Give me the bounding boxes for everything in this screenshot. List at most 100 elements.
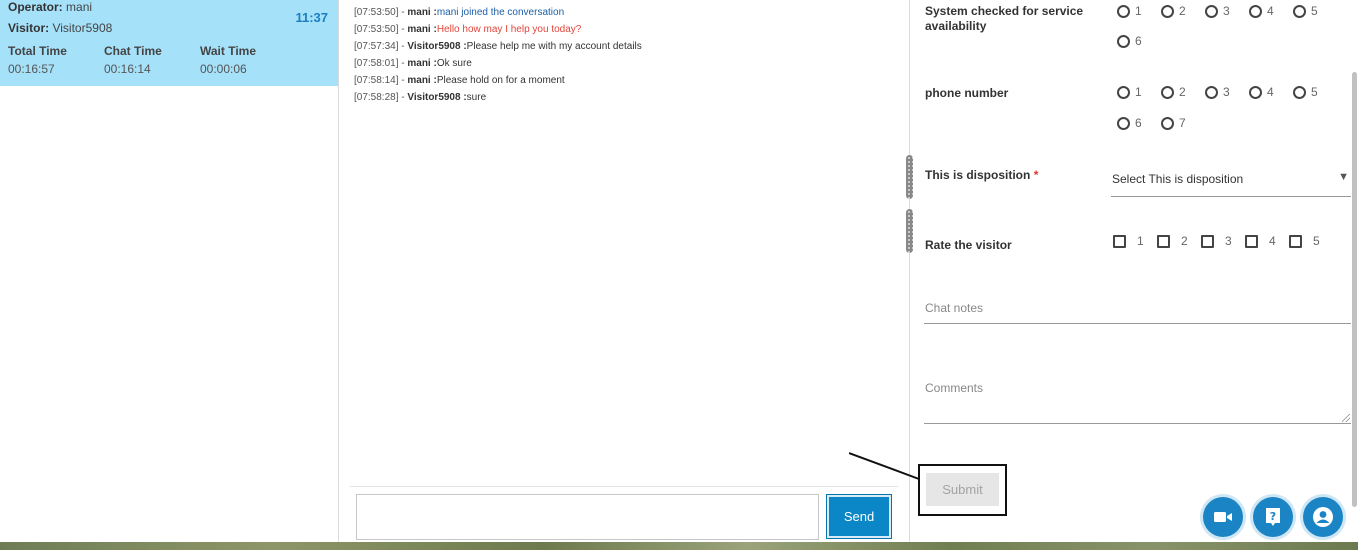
message-timestamp: [07:53:50] - (354, 7, 405, 18)
profile-button[interactable] (1303, 497, 1343, 537)
checkbox-option-label: 2 (1181, 234, 1188, 248)
chat-time: Chat Time 00:16:14 (104, 44, 162, 76)
disposition-select[interactable]: Select This is disposition ▼ (1111, 168, 1351, 197)
scrollbar-thumb[interactable] (1352, 72, 1357, 507)
radio-option[interactable]: 3 (1205, 85, 1230, 99)
message-input[interactable] (356, 494, 819, 540)
radio-option-label: 6 (1135, 116, 1142, 130)
total-time-value: 00:16:57 (8, 62, 55, 76)
annotation-pointer-line (849, 452, 920, 480)
checkbox-option-label: 3 (1225, 234, 1232, 248)
checkbox-icon[interactable] (1113, 234, 1126, 248)
radio-option[interactable]: 4 (1249, 85, 1274, 99)
radio-option[interactable]: 2 (1161, 85, 1186, 99)
message-composer: Send (350, 486, 898, 542)
chat-message: [07:53:50] - mani :mani joined the conve… (354, 4, 904, 21)
radio-option[interactable]: 5 (1293, 4, 1318, 18)
chat-notes-placeholder: Chat notes (925, 301, 984, 315)
checkbox-icon[interactable] (1245, 234, 1258, 248)
radio-icon[interactable] (1117, 116, 1130, 130)
resize-grip-icon[interactable] (1342, 414, 1350, 422)
radio-option[interactable]: 4 (1249, 4, 1274, 18)
chat-message: [07:58:01] - mani :Ok sure (354, 55, 904, 72)
message-timestamp: [07:58:28] - (354, 92, 405, 103)
radio-icon[interactable] (1205, 4, 1218, 18)
checkbox-icon[interactable] (1201, 234, 1214, 248)
message-text: Please help me with my account details (466, 41, 642, 52)
wait-time-value: 00:00:06 (200, 62, 247, 76)
radio-option-label: 1 (1135, 4, 1142, 18)
radio-icon[interactable] (1293, 85, 1306, 99)
radio-option[interactable]: 7 (1161, 116, 1186, 130)
radio-option-label: 5 (1311, 85, 1318, 99)
radio-option[interactable]: 6 (1117, 34, 1142, 48)
required-marker: * (1033, 168, 1039, 182)
operator-line: Operator: mani (8, 0, 92, 14)
radio-icon[interactable] (1161, 116, 1174, 130)
radio-option-label: 5 (1311, 4, 1318, 18)
radio-option-label: 3 (1223, 85, 1230, 99)
chat-notes-field[interactable]: Chat notes (924, 292, 1351, 324)
checkbox-option[interactable]: 5 (1289, 234, 1320, 248)
radio-icon[interactable] (1293, 4, 1306, 18)
radio-option[interactable]: 1 (1117, 4, 1142, 18)
checkbox-icon[interactable] (1157, 234, 1170, 248)
video-call-button[interactable] (1203, 497, 1243, 537)
active-session-card[interactable]: Operator: mani Visitor: Visitor5908 11:3… (0, 0, 338, 86)
operator-name: mani (66, 0, 93, 14)
form-scrollbar[interactable] (1351, 0, 1358, 542)
desktop-background-strip (0, 542, 1358, 550)
message-sender: mani : (407, 7, 437, 18)
radio-option[interactable]: 3 (1205, 4, 1230, 18)
checkbox-option[interactable]: 2 (1157, 234, 1188, 248)
radio-icon[interactable] (1161, 4, 1174, 18)
message-sender: mani : (407, 58, 437, 69)
wait-time-label: Wait Time (200, 44, 257, 58)
user-profile-icon (1313, 507, 1333, 527)
radio-icon[interactable] (1161, 85, 1174, 99)
radio-option-label: 4 (1267, 85, 1274, 99)
q-disposition-label: This is disposition * (925, 168, 1038, 183)
radio-option[interactable]: 6 (1117, 116, 1142, 130)
checkbox-option[interactable]: 4 (1245, 234, 1276, 248)
message-text: sure (466, 92, 487, 103)
message-timestamp: [07:57:34] - (354, 41, 405, 52)
q-disposition-label-text: This is disposition (925, 168, 1031, 182)
svg-text:?: ? (1270, 510, 1276, 523)
radio-icon[interactable] (1117, 34, 1130, 48)
checkbox-option[interactable]: 1 (1113, 234, 1144, 248)
help-icon: ? (1266, 508, 1280, 526)
chat-message: [07:58:14] - mani :Please hold on for a … (354, 72, 904, 89)
session-clock: 11:37 (295, 10, 328, 25)
comments-field[interactable]: Comments (924, 372, 1351, 424)
radio-option[interactable]: 1 (1117, 85, 1142, 99)
radio-option[interactable]: 5 (1293, 85, 1318, 99)
total-time-label: Total Time (8, 44, 67, 58)
checkbox-icon[interactable] (1289, 234, 1302, 248)
dropdown-arrow-icon[interactable]: ▼ (1338, 171, 1349, 183)
radio-icon[interactable] (1117, 4, 1130, 18)
radio-icon[interactable] (1249, 4, 1262, 18)
message-sender: Visitor5908 : (407, 41, 467, 52)
radio-option-label: 3 (1223, 4, 1230, 18)
operator-label: Operator: (8, 0, 63, 14)
radio-icon[interactable] (1117, 85, 1130, 99)
submit-button[interactable]: Submit (926, 473, 999, 506)
disposition-select-value: Select This is disposition (1112, 172, 1244, 186)
radio-icon[interactable] (1205, 85, 1218, 99)
radio-icon[interactable] (1249, 85, 1262, 99)
send-button[interactable]: Send (826, 494, 892, 539)
radio-option-label: 2 (1179, 4, 1186, 18)
message-text: Hello how may I help you today? (436, 24, 582, 35)
help-button[interactable]: ? (1253, 497, 1293, 537)
radio-option-label: 2 (1179, 85, 1186, 99)
checkbox-option[interactable]: 3 (1201, 234, 1232, 248)
q-service-availability-label: System checked for service availability (925, 4, 1084, 33)
radio-option-label: 6 (1135, 34, 1142, 48)
q-rate-visitor-label: Rate the visitor (925, 238, 1012, 252)
checkbox-option-label: 5 (1313, 234, 1320, 248)
radio-option[interactable]: 2 (1161, 4, 1186, 18)
visitor-name: Visitor5908 (52, 21, 113, 35)
checkbox-option-label: 4 (1269, 234, 1276, 248)
chat-message: [07:58:28] - Visitor5908 :sure (354, 89, 904, 106)
